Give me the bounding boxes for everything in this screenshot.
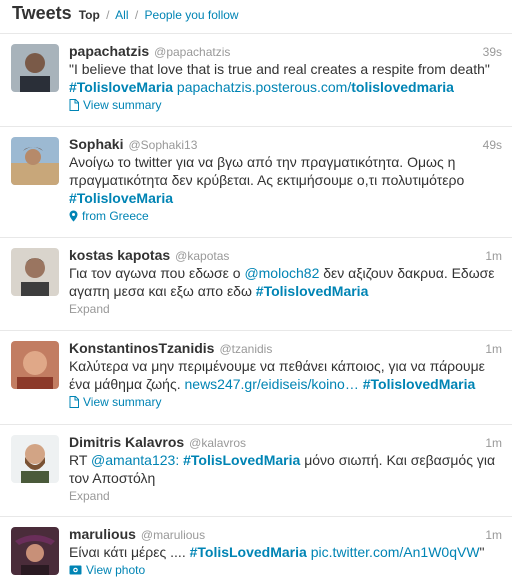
filter-top[interactable]: Top — [79, 8, 100, 22]
tweet-body: Είναι κάτι μέρες .... — [69, 544, 190, 560]
tweet-text: Ανοίγω το twitter για να βγω από την πρα… — [69, 153, 502, 207]
tweet-username[interactable]: @kapotas — [175, 249, 229, 263]
tweet-text: Καλύτερα να μην περιμένουμε να πεθάνει κ… — [69, 357, 502, 393]
mention-link[interactable]: @moloch82 — [244, 265, 319, 281]
tweet-body: Για τον αγωνα που εδωσε ο — [69, 265, 245, 281]
tweet-item[interactable]: marulious @marulious 1m Είναι κάτι μέρες… — [0, 517, 512, 586]
expand-link[interactable]: Expand — [69, 489, 502, 503]
tweets-header: Tweets Top / All / People you follow — [0, 0, 512, 34]
filter-separator: / — [106, 8, 110, 22]
view-photo-link[interactable]: View photo — [69, 563, 502, 577]
tweet-fullname[interactable]: marulious — [69, 526, 136, 542]
tweet-timestamp[interactable]: 1m — [485, 528, 502, 542]
hashtag-link[interactable]: #TolisLovedMaria — [190, 544, 307, 560]
tweet-fullname[interactable]: KonstantinosTzanidis — [69, 340, 214, 356]
document-icon — [69, 396, 79, 408]
photo-icon — [69, 565, 82, 575]
tweets-title: Tweets — [12, 3, 72, 23]
location-label: from Greece — [82, 209, 149, 223]
url-link-prefix: papachatzis.posterous.com/ — [176, 79, 352, 95]
tweet-username[interactable]: @tzanidis — [219, 342, 272, 356]
tweet-username[interactable]: @papachatzis — [154, 45, 230, 59]
hashtag-link[interactable]: #TolisloveMaria — [69, 190, 173, 206]
tweet-item[interactable]: KonstantinosTzanidis @tzanidis 1m Καλύτε… — [0, 331, 512, 425]
avatar[interactable] — [11, 137, 59, 185]
view-summary-link[interactable]: View summary — [69, 98, 502, 112]
hashtag-link[interactable]: #TolislovedMaria — [363, 376, 476, 392]
expand-link[interactable]: Expand — [69, 302, 502, 316]
tweet-text: Για τον αγωνα που εδωσε ο @moloch82 δεν … — [69, 264, 502, 300]
location-link[interactable]: from Greece — [69, 209, 502, 223]
avatar[interactable] — [11, 341, 59, 389]
tweet-body: Ανοίγω το twitter για να βγω από την πρα… — [69, 154, 465, 188]
location-pin-icon — [69, 210, 78, 222]
hashtag-link[interactable]: #TolisloveMaria — [69, 79, 173, 95]
view-photo-label: View photo — [86, 563, 146, 577]
avatar[interactable] — [11, 527, 59, 575]
url-link-highlight: tolislovedmaria — [351, 79, 454, 95]
tweet-item[interactable]: Dimitris Kalavros @kalavros 1m RT @amant… — [0, 425, 512, 517]
tweet-username[interactable]: @Sophaki13 — [128, 138, 197, 152]
tweet-item[interactable]: Sophaki @Sophaki13 49s Ανοίγω το twitter… — [0, 127, 512, 238]
view-summary-label: View summary — [83, 98, 162, 112]
filter-people-you-follow[interactable]: People you follow — [145, 8, 239, 22]
view-summary-link[interactable]: View summary — [69, 395, 502, 409]
tweet-filters: Top / All / People you follow — [79, 8, 239, 22]
avatar[interactable] — [11, 435, 59, 483]
mention-link[interactable]: @amanta123: — [91, 452, 179, 468]
url-link[interactable]: papachatzis.posterous.com/tolislovedmari… — [177, 79, 454, 95]
view-summary-label: View summary — [83, 395, 162, 409]
tweet-fullname[interactable]: kostas kapotas — [69, 247, 170, 263]
tweet-timestamp[interactable]: 39s — [483, 45, 502, 59]
hashtag-link[interactable]: #TolisLovedMaria — [183, 452, 300, 468]
tweet-body: " — [479, 544, 485, 560]
avatar[interactable] — [11, 44, 59, 92]
tweet-text: Είναι κάτι μέρες .... #TolisLovedMaria p… — [69, 543, 502, 561]
tweet-item[interactable]: papachatzis @papachatzis 39s "I believe … — [0, 34, 512, 127]
tweet-timestamp[interactable]: 1m — [485, 342, 502, 356]
document-icon — [69, 99, 79, 111]
tweet-username[interactable]: @kalavros — [189, 436, 246, 450]
tweet-username[interactable]: @marulious — [141, 528, 205, 542]
tweet-fullname[interactable]: Dimitris Kalavros — [69, 434, 184, 450]
tweet-timestamp[interactable]: 1m — [485, 436, 502, 450]
tweet-text: RT @amanta123: #TolisLovedMaria μόνο σιω… — [69, 451, 502, 487]
tweet-item[interactable]: kostas kapotas @kapotas 1m Για τον αγωνα… — [0, 238, 512, 331]
tweet-body: RT — [69, 452, 92, 468]
tweet-timestamp[interactable]: 1m — [485, 249, 502, 263]
avatar[interactable] — [11, 248, 59, 296]
tweet-fullname[interactable]: papachatzis — [69, 43, 149, 59]
tweet-timestamp[interactable]: 49s — [483, 138, 502, 152]
filter-separator: / — [134, 8, 139, 22]
filter-all[interactable]: All — [115, 8, 128, 22]
tweet-fullname[interactable]: Sophaki — [69, 136, 123, 152]
tweet-quote: "I believe that love that is true and re… — [69, 61, 490, 77]
url-link[interactable]: news247.gr/eidiseis/koino… — [185, 376, 359, 392]
tweet-text: "I believe that love that is true and re… — [69, 60, 502, 96]
url-link[interactable]: pic.twitter.com/An1W0qVW — [311, 544, 480, 560]
hashtag-link[interactable]: #TolislovedMaria — [256, 283, 369, 299]
